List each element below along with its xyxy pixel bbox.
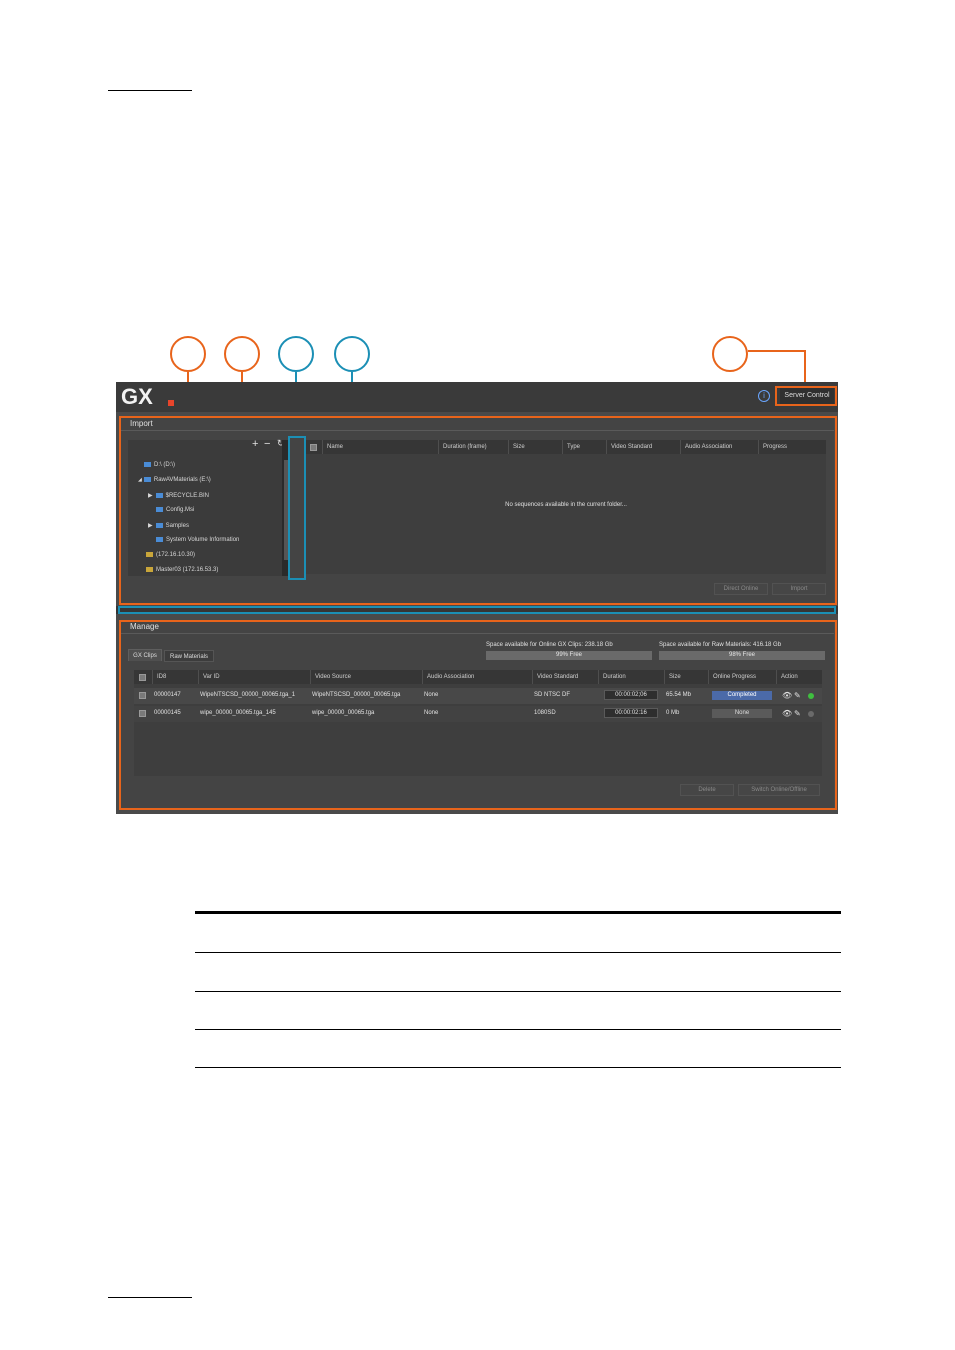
info-icon[interactable]: i	[758, 390, 770, 402]
table-top-rule	[195, 911, 841, 914]
splitter-highlight	[118, 606, 836, 614]
table-rule	[195, 1029, 841, 1030]
leader-line	[748, 350, 806, 352]
manage-area-highlight	[119, 620, 837, 810]
table-rule	[195, 952, 841, 953]
table-rule	[195, 991, 841, 992]
gx-logo: GX	[121, 384, 153, 409]
page-header-rule	[108, 90, 192, 91]
callout-1	[170, 336, 206, 372]
callout-4	[334, 336, 370, 372]
logo-dot	[168, 400, 174, 406]
callout-2	[224, 336, 260, 372]
page-footer-rule	[108, 1297, 192, 1298]
server-control-highlight	[775, 386, 837, 406]
top-bar: GX i Server Control	[116, 382, 838, 412]
import-area-highlight	[119, 416, 837, 605]
scroll-area-highlight	[288, 436, 306, 580]
table-bottom-rule	[195, 1067, 841, 1068]
callout-3	[278, 336, 314, 372]
callout-5	[712, 336, 748, 372]
